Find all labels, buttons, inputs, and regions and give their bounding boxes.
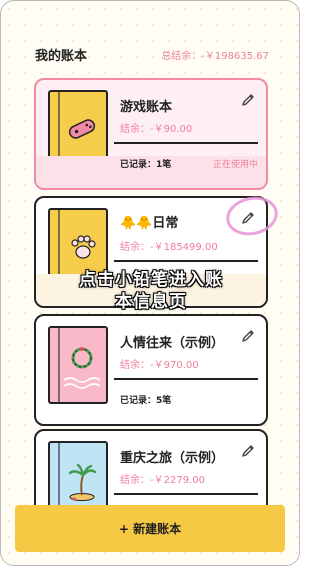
book-balance: 结余：-￥2279.00 [120, 475, 205, 486]
divider [114, 260, 258, 262]
divider [114, 493, 258, 495]
app-screen: 我的账本 总结余：-￥198635.67 游戏账本 结余：-￥90.00 已记录… [0, 0, 300, 566]
book-cover [48, 326, 108, 404]
book-balance: 结余：-￥90.00 [120, 124, 193, 135]
header: 我的账本 总结余：-￥198635.67 [1, 1, 299, 67]
pencil-edit-icon[interactable] [240, 92, 256, 108]
page-title: 我的账本 [35, 49, 88, 64]
book-name: 游戏账本 [120, 100, 173, 115]
book-balance: 结余：-￥185499.00 [120, 242, 218, 253]
book-recorded-count: 已记录：1笔 [120, 160, 172, 170]
divider [114, 378, 258, 380]
wreath-icon [63, 347, 101, 389]
book-status-badge: 正在使用中 [212, 160, 258, 170]
new-book-button[interactable]: + 新建账本 [15, 505, 285, 552]
book-name: 🐥🐥日常 [120, 216, 179, 231]
pencil-edit-icon[interactable] [240, 443, 256, 459]
book-card-game[interactable]: 游戏账本 结余：-￥90.00 已记录：1笔 正在使用中 [34, 78, 268, 190]
book-recorded-count: 已记录：5笔 [120, 396, 172, 406]
pencil-edit-icon[interactable] [240, 328, 256, 344]
divider [114, 142, 258, 144]
book-name: 人情往来（示例） [120, 336, 225, 351]
caption-line-2: 本信息页 [115, 292, 187, 312]
book-card-social[interactable]: 人情往来（示例） 结余：-￥970.00 已记录：5笔 [34, 314, 268, 426]
book-balance: 结余：-￥970.00 [120, 360, 199, 371]
book-name: 重庆之旅（示例） [120, 451, 225, 466]
total-balance: 总结余：-￥198635.67 [161, 51, 269, 62]
